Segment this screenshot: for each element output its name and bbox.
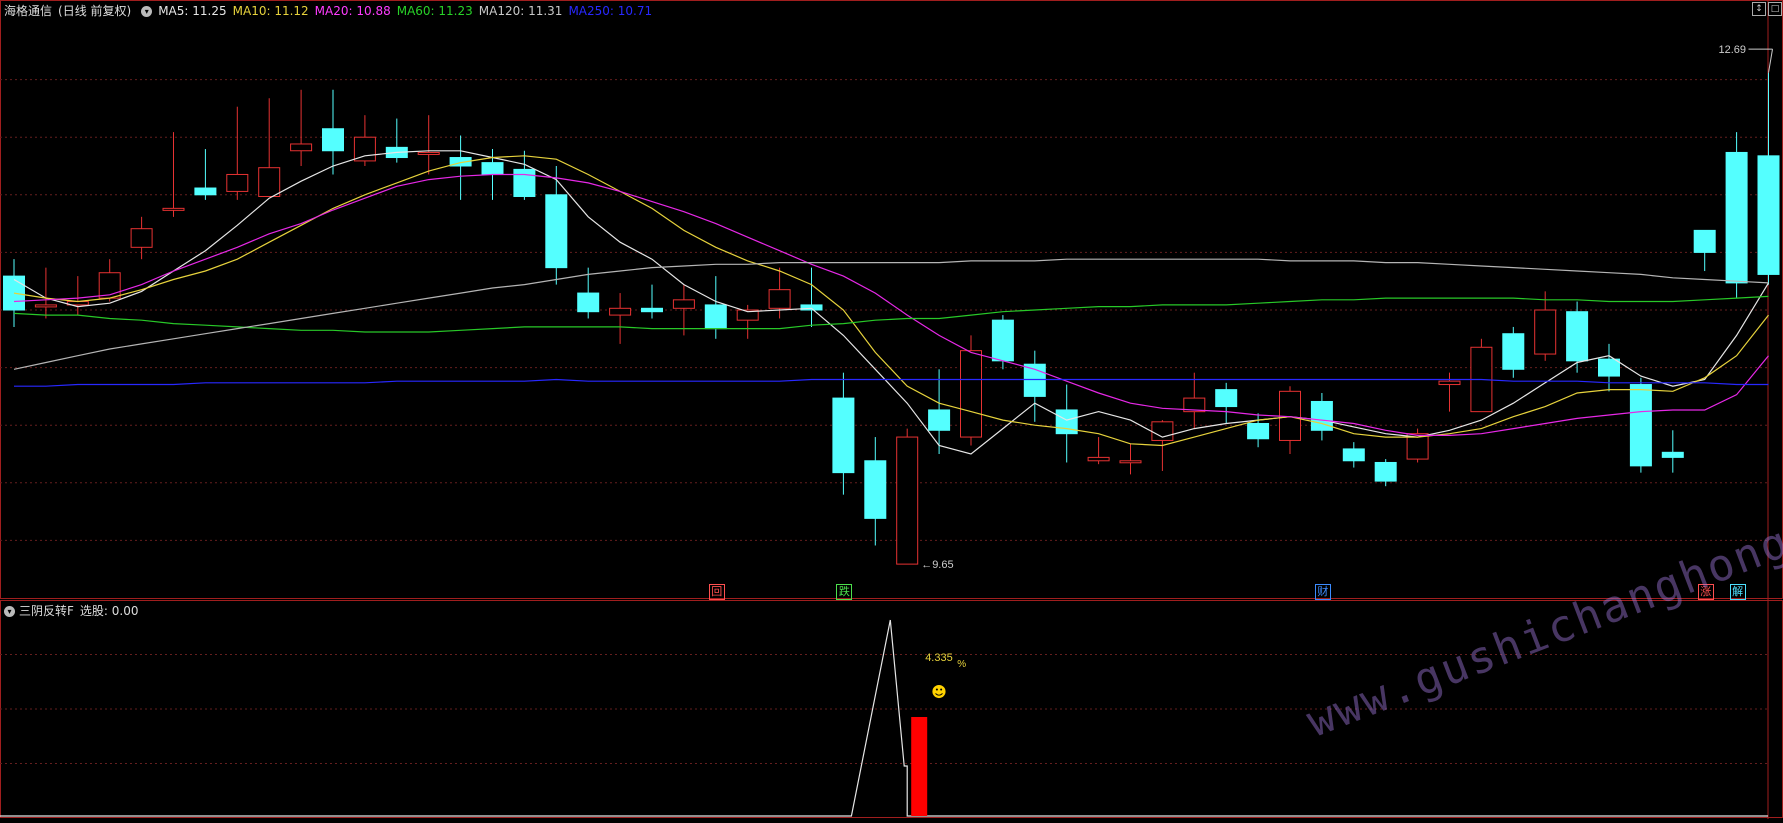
chevron-down-icon[interactable]: ▾ [141, 6, 153, 17]
ma60-label: MA60: 11.23 [396, 4, 473, 18]
candle-body [960, 350, 982, 438]
percent-value: 4.335 [925, 652, 953, 664]
main-chart-header: 海格通信 (日线 前复权) ▾ MA5: 11.25 MA10: 11.12 MA20: … [0, 0, 1783, 22]
candle-body [928, 409, 951, 431]
max-price-label: 12.69 [1719, 44, 1747, 56]
ma20-line [13, 173, 1769, 436]
candle-body [864, 460, 887, 519]
candle-body [1757, 155, 1780, 275]
candle-body [162, 207, 185, 211]
candle-body [481, 162, 504, 175]
ma10-line [13, 155, 1769, 447]
indicator-value: 选股: 0.00 [79, 604, 139, 618]
candle-body [1247, 423, 1270, 440]
kline-chart-canvas[interactable]: 12.69 ←9.65 4.335% ☻ [0, 0, 1783, 819]
event-marker[interactable]: 回 [708, 584, 725, 600]
candle-body [832, 397, 855, 474]
candle-body [322, 128, 344, 152]
chevron-down-icon[interactable]: ▾ [4, 606, 15, 617]
candle-body [1342, 448, 1365, 462]
stock-name: 海格通信 [4, 4, 53, 18]
event-marker[interactable]: 财 [1314, 584, 1331, 600]
ma250-line [14, 378, 1769, 387]
candle-body [1502, 333, 1525, 370]
candle-body [513, 168, 536, 197]
candle-body [1598, 358, 1620, 377]
candle-body [1629, 384, 1652, 467]
toggle-icon[interactable]: ↕ [1752, 2, 1766, 16]
candle-body [768, 289, 791, 309]
candle-body [1215, 389, 1238, 408]
candle-body [1438, 380, 1461, 386]
signal-bar [911, 717, 928, 816]
candle-body [991, 319, 1014, 362]
candle-body [545, 194, 568, 269]
ma250-label: MA250: 10.71 [568, 4, 653, 18]
candle-body [130, 228, 153, 248]
candle-body [672, 299, 695, 309]
candle-body [609, 307, 632, 316]
stock-chart-window: 12.69 ←9.65 4.335% ☻ 海格通信 (日线 前复权) ▾ MA5: 11.2… [0, 0, 1783, 819]
candle-body [641, 307, 663, 313]
candle-body [1534, 309, 1557, 355]
candle-body [417, 151, 440, 155]
candle-body [577, 292, 600, 313]
main-panel-frame [0, 0, 1783, 599]
candle-body [226, 173, 249, 192]
smiley-icon: ☻ [931, 683, 947, 701]
candle-body [290, 143, 313, 152]
percent-sign: % [957, 659, 966, 670]
candle-body [1661, 451, 1684, 458]
candle-body [258, 167, 281, 197]
candle-body [704, 304, 727, 330]
ma5-label: MA5: 11.25 [158, 4, 227, 18]
candle-body [1119, 460, 1142, 464]
indicator-header: ▾ 三阴反转F 选股: 0.00 [0, 601, 1200, 621]
ma10-label: MA10: 11.12 [232, 4, 309, 18]
candle-body [3, 275, 25, 311]
candle-body [1087, 456, 1110, 462]
window-icon[interactable]: □ [1768, 2, 1782, 16]
min-price-label: ←9.65 [921, 559, 953, 571]
candle-body [194, 187, 217, 196]
candle-body [1374, 461, 1397, 482]
candle-body [1566, 311, 1589, 362]
candle-body [34, 304, 57, 308]
ma120-label: MA120: 11.31 [478, 4, 563, 18]
ma20-label: MA20: 10.88 [314, 4, 391, 18]
candle-body [1725, 151, 1748, 284]
candle-body [353, 136, 376, 162]
max-price-pointer [1768, 49, 1773, 73]
indicator-title: 三阴反转F [19, 604, 74, 618]
candle-body [1693, 229, 1716, 253]
ma60-line [13, 295, 1769, 333]
candle-body [896, 436, 919, 565]
event-marker[interactable]: 跌 [836, 584, 853, 600]
period-label: (日线 前复权) [58, 4, 132, 18]
